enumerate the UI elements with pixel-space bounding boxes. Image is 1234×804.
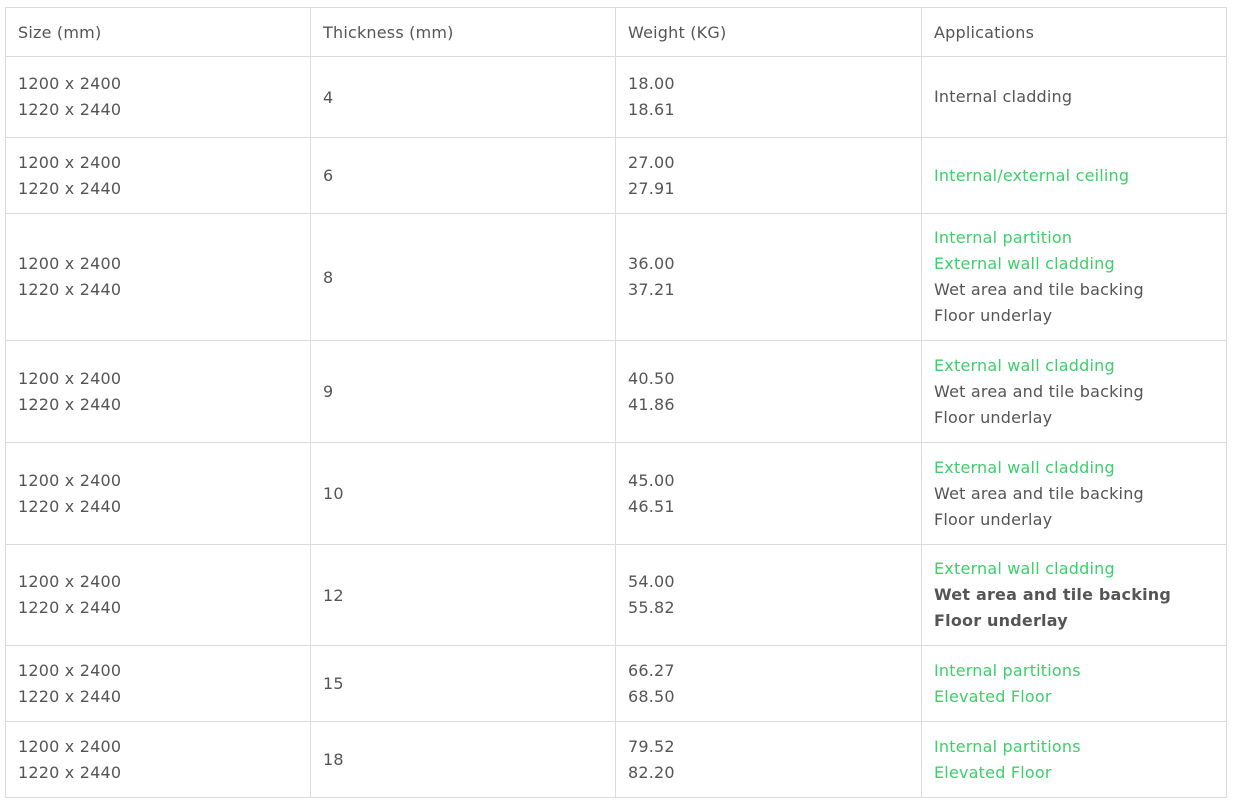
header-thickness: Thickness (mm) — [310, 7, 616, 57]
weight-value: 46.51 — [628, 496, 675, 516]
application-text: Wet area and tile backing — [934, 280, 1144, 299]
weight-value: 45.00 — [628, 470, 675, 490]
weight-value: 79.52 — [628, 736, 675, 756]
applications-cell: Internal partition External wall cladding… — [921, 213, 1227, 341]
application-text: Internal cladding — [934, 87, 1073, 106]
application-link[interactable]: Elevated Floor — [934, 760, 1214, 786]
table-body: 1200 x 2400 1220 x 2440 4 18.00 18.61 Interna… — [5, 56, 1227, 798]
weight-value: 18.00 — [628, 74, 675, 93]
size-value: 1220 x 2440 — [18, 598, 122, 617]
size-value: 1220 x 2440 — [18, 762, 122, 782]
thickness-cell: 8 — [310, 213, 616, 341]
application-link[interactable]: External wall cladding — [934, 353, 1214, 379]
application-link[interactable]: Internal/external ceiling — [934, 163, 1214, 189]
size-value: 1200 x 2400 — [18, 660, 122, 680]
size-cell: 1200 x 2400 1220 x 2440 — [5, 544, 311, 646]
applications-cell: Internal/external ceiling — [921, 137, 1227, 214]
application-text: Wet area and tile backing — [934, 483, 1144, 503]
application-link[interactable]: External wall cladding — [934, 251, 1214, 277]
table-row: 1200 x 2400 1220 x 2440 9 40.50 41.86 Externa… — [5, 340, 1227, 443]
header-applications: Applications — [921, 7, 1227, 57]
weight-cell: 27.00 27.91 — [615, 137, 922, 214]
weight-value: 41.86 — [628, 394, 675, 414]
application-link[interactable]: Internal partition — [934, 225, 1214, 251]
size-value: 1200 x 2400 — [18, 152, 122, 172]
size-cell: 1200 x 2400 1220 x 2440 — [5, 340, 311, 443]
specification-table: Size (mm) Thickness (mm) Weight (KG) App… — [5, 7, 1227, 798]
header-weight: Weight (KG) — [615, 7, 922, 57]
thickness-cell: 15 — [310, 645, 616, 722]
weight-value: 40.50 — [628, 368, 675, 388]
weight-value: 66.27 — [628, 660, 675, 680]
size-value: 1200 x 2400 — [18, 368, 122, 388]
table-row: 1200 x 2400 1220 x 2440 12 54.00 55.82 Extern… — [5, 544, 1227, 646]
table-row: 1200 x 2400 1220 x 2440 10 45.00 46.51 Extern… — [5, 442, 1227, 545]
weight-cell: 40.50 41.86 — [615, 340, 922, 443]
size-value: 1220 x 2440 — [18, 686, 122, 706]
weight-cell: 66.27 68.50 — [615, 645, 922, 722]
weight-cell: 79.52 82.20 — [615, 721, 922, 798]
applications-cell: Internal partitions Elevated Floor — [921, 645, 1227, 722]
size-value: 1220 x 2440 — [18, 280, 122, 299]
applications-cell: External wall cladding Wet area and tile … — [921, 340, 1227, 443]
applications-cell: External wall cladding Wet area and tile … — [921, 442, 1227, 545]
size-cell: 1200 x 2400 1220 x 2440 — [5, 442, 311, 545]
weight-value: 55.82 — [628, 598, 675, 617]
weight-value: 37.21 — [628, 280, 675, 299]
size-value: 1220 x 2440 — [18, 100, 122, 119]
size-value: 1200 x 2400 — [18, 736, 122, 756]
application-text: Floor underlay — [934, 407, 1053, 427]
table-row: 1200 x 2400 1220 x 2440 4 18.00 18.61 Interna… — [5, 56, 1227, 138]
table-row: 1200 x 2400 1220 x 2440 15 66.27 68.50 Intern… — [5, 645, 1227, 722]
thickness-cell: 4 — [310, 56, 616, 138]
size-cell: 1200 x 2400 1220 x 2440 — [5, 645, 311, 722]
header-row: Size (mm) Thickness (mm) Weight (KG) App… — [5, 7, 1227, 57]
applications-cell: Internal cladding — [921, 56, 1227, 138]
applications-cell: External wall cladding Wet area and tile … — [921, 544, 1227, 646]
thickness-cell: 9 — [310, 340, 616, 443]
weight-value: 54.00 — [628, 572, 675, 591]
size-value: 1220 x 2440 — [18, 496, 122, 516]
size-value: 1200 x 2400 — [18, 470, 122, 490]
application-link[interactable]: External wall cladding — [934, 556, 1214, 582]
size-value: 1200 x 2400 — [18, 254, 122, 273]
application-text: Wet area and tile backing — [934, 381, 1144, 401]
thickness-cell: 18 — [310, 721, 616, 798]
table-row: 1200 x 2400 1220 x 2440 18 79.52 82.20 Intern… — [5, 721, 1227, 798]
weight-value: 27.00 — [628, 152, 675, 172]
application-link[interactable]: External wall cladding — [934, 455, 1214, 481]
table-row: 1200 x 2400 1220 x 2440 8 36.00 37.21 Interna… — [5, 213, 1227, 341]
weight-value: 36.00 — [628, 254, 675, 273]
table-row: 1200 x 2400 1220 x 2440 6 27.00 27.91 Interna… — [5, 137, 1227, 214]
header-size: Size (mm) — [5, 7, 311, 57]
thickness-cell: 6 — [310, 137, 616, 214]
size-cell: 1200 x 2400 1220 x 2440 — [5, 137, 311, 214]
application-text: Floor underlay — [934, 611, 1068, 630]
weight-cell: 54.00 55.82 — [615, 544, 922, 646]
application-link[interactable]: Internal partitions — [934, 658, 1214, 684]
thickness-cell: 10 — [310, 442, 616, 545]
application-text: Wet area and tile backing — [934, 585, 1172, 604]
weight-value: 27.91 — [628, 178, 675, 198]
weight-cell: 45.00 46.51 — [615, 442, 922, 545]
applications-cell: Internal partitions Elevated Floor — [921, 721, 1227, 798]
size-value: 1200 x 2400 — [18, 572, 122, 591]
thickness-cell: 12 — [310, 544, 616, 646]
application-link[interactable]: Internal partitions — [934, 734, 1214, 760]
size-cell: 1200 x 2400 1220 x 2440 — [5, 721, 311, 798]
application-link[interactable]: Elevated Floor — [934, 684, 1214, 710]
size-value: 1220 x 2440 — [18, 178, 122, 198]
application-text: Floor underlay — [934, 509, 1053, 529]
weight-value: 68.50 — [628, 686, 675, 706]
size-cell: 1200 x 2400 1220 x 2440 — [5, 56, 311, 138]
weight-value: 18.61 — [628, 100, 675, 119]
weight-cell: 36.00 37.21 — [615, 213, 922, 341]
size-value: 1200 x 2400 — [18, 74, 122, 93]
size-cell: 1200 x 2400 1220 x 2440 — [5, 213, 311, 341]
application-text: Floor underlay — [934, 306, 1053, 325]
weight-value: 82.20 — [628, 762, 675, 782]
size-value: 1220 x 2440 — [18, 394, 122, 414]
weight-cell: 18.00 18.61 — [615, 56, 922, 138]
